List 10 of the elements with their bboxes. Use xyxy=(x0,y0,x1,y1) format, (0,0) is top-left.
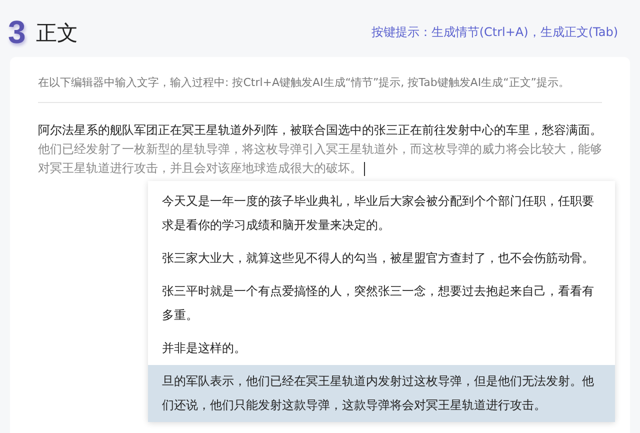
step-number: 3 xyxy=(8,14,26,51)
suggestion-item[interactable]: 张三家大业大，就算这些见不得人的勾当，被星盟官方查封了，也不会伤筋动骨。 xyxy=(148,242,615,275)
suggestion-item[interactable]: 并非是这样的。 xyxy=(148,332,615,365)
instructions-text: 在以下编辑器中输入文字，输入过程中: 按Ctrl+A键触发AI生成“情节”提示, 按Tab键触发AI生成“正文”提示。 xyxy=(38,71,602,103)
suggestion-item[interactable]: 张三平时就是一个有点爱搞怪的人，突然张三一念，想要过去抱起来自己，看看有多重。 xyxy=(148,275,615,332)
shortcut-hint: 按键提示：生成情节(Ctrl+A)，生成正文(Tab) xyxy=(371,24,618,41)
suggestion-item[interactable]: 今天又是一年一度的孩子毕业典礼，毕业后大家会被分配到个个部门任职，任职要求是看你的学习成绩和脑开发量来决定的。 xyxy=(148,185,615,242)
section-title: 正文 xyxy=(36,20,78,46)
text-editor[interactable]: 阿尔法星系的舰队军团正在冥王星轨道外列阵，被联合国选中的张三正在前往发射中心的车里，愁容满面。 他们已经发射了一枚新型的星轨导弹，将这枚导弹引入冥王星轨道外，而这枚导弹的威力将会比较大，能够对冥王星轨道进行攻击，并且会对该座地球造成很大的破坏。 xyxy=(38,121,602,178)
suggestion-item[interactable]: 旦的军队表示，他们已经在冥王星轨道内发射过这枚导弹，但是他们无法发射。他们还说，他们只能发射这款导弹，这款导弹将会对冥王星轨道进行攻击。 xyxy=(148,365,615,422)
